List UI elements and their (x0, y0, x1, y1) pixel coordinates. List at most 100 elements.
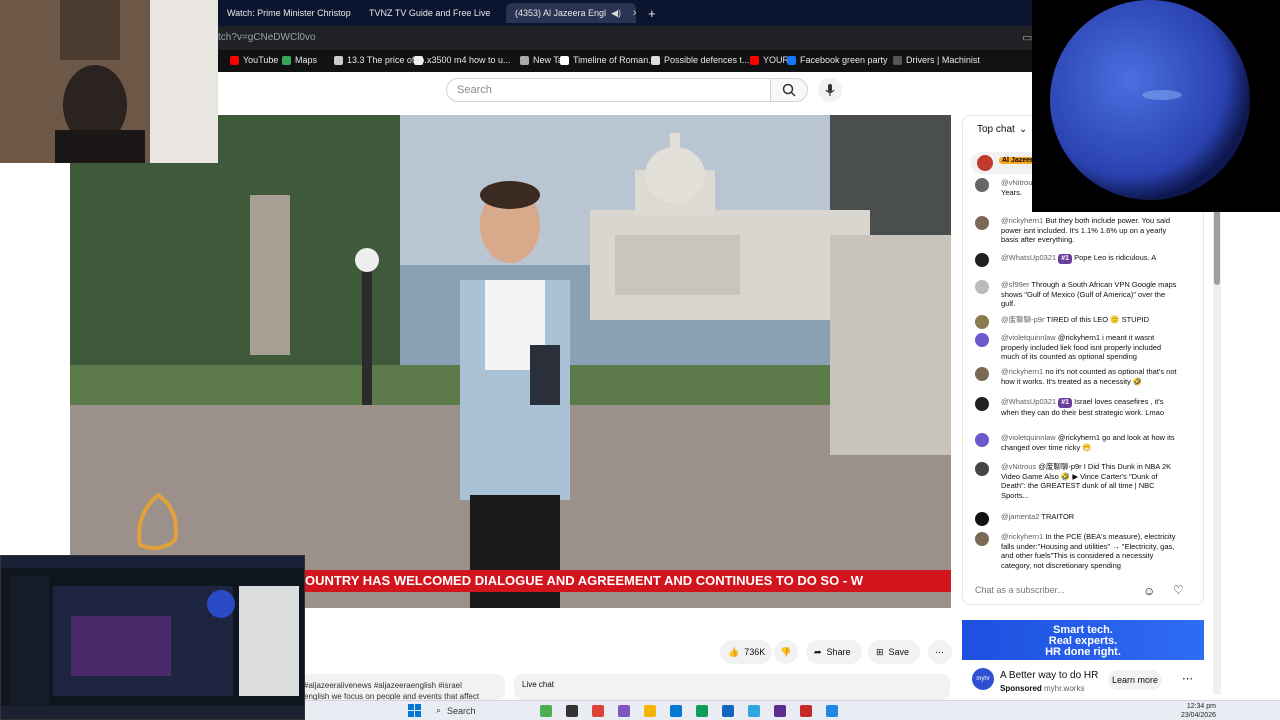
new-tab-label: + (648, 5, 656, 21)
ad-title: A Better way to do HR (1000, 670, 1099, 681)
user-avatar[interactable] (975, 462, 989, 476)
taskbar-app-icon[interactable] (618, 705, 630, 717)
clock-date: 23/04/2026 (1180, 712, 1216, 719)
user-avatar[interactable] (975, 367, 989, 381)
chat-author[interactable]: @vNitrou (1001, 178, 1032, 187)
chat-message-body: @WhatsUp0321 #1 Israel loves ceasefires … (1001, 397, 1181, 417)
user-avatar[interactable] (975, 397, 989, 411)
bookmark-item[interactable]: YouTube (230, 55, 278, 65)
chat-author[interactable]: @violetquinnlaw (1001, 433, 1056, 442)
chat-author[interactable]: @rickyhern1 (1001, 532, 1043, 541)
dislike-button[interactable]: 👎 (774, 640, 798, 664)
user-avatar[interactable] (975, 333, 989, 347)
close-tab-icon[interactable]: ✕ (632, 8, 636, 19)
voice-search-button[interactable] (818, 78, 842, 102)
chat-author[interactable]: @废聊聊-p9r (1001, 315, 1044, 324)
user-avatar[interactable] (975, 280, 989, 294)
speaker-icon[interactable]: ◀) (611, 8, 621, 19)
taskbar-chrome-icon[interactable] (592, 705, 604, 717)
tab-al-jazeera[interactable]: (4353) Al Jazeera Engl ◀) ✕ (506, 3, 636, 23)
chat-input[interactable]: Chat as a subscriber... (975, 582, 1145, 600)
chat-author[interactable]: @vNitrous (1001, 462, 1036, 471)
taskbar-app-icon[interactable] (774, 705, 786, 717)
taskbar-store-icon[interactable] (696, 705, 708, 717)
system-clock[interactable]: 12:34 pm 23/04/2026 (1166, 702, 1216, 720)
live-chat-replay-panel[interactable]: Live chat (514, 674, 950, 700)
chat-author[interactable]: @WhatsUp0321 (1001, 397, 1056, 406)
user-avatar[interactable] (975, 433, 989, 447)
video-description[interactable]: #aljazeeralivenews #aljazeeraenglish #is… (300, 674, 505, 700)
save-icon: ⊞ (876, 646, 884, 657)
bookmark-item[interactable]: Drivers | Machinist (893, 55, 980, 65)
search-button[interactable] (770, 78, 808, 102)
taskbar-outlook-icon[interactable] (722, 705, 734, 717)
ad-more-icon[interactable]: ⋯ (1182, 672, 1193, 685)
bookmark-item[interactable]: Facebook green party (787, 55, 888, 65)
user-avatar[interactable] (975, 532, 989, 546)
member-badge: #1 (1058, 254, 1073, 264)
chat-author[interactable]: @violetquinnlaw (1001, 333, 1056, 342)
search-input[interactable]: Search (446, 78, 771, 102)
chat-message-body: @rickyhern1 But they both include power.… (1001, 216, 1181, 245)
taskbar-task-view-icon[interactable] (566, 705, 578, 717)
chat-author[interactable]: @WhatsUp0321 (1001, 253, 1056, 262)
user-avatar[interactable] (975, 512, 989, 526)
chat-author[interactable]: @rickyhern1 (1001, 216, 1043, 225)
bookmark-item[interactable]: x3500 m4 how to u... (414, 55, 511, 65)
bookmark-favicon-icon (414, 55, 423, 65)
bookmark-label: Facebook green party (800, 55, 888, 65)
user-avatar[interactable] (975, 178, 989, 192)
taskbar-app-icon[interactable] (800, 705, 812, 717)
chat-author[interactable]: @jamenta2 (1001, 512, 1039, 521)
ad-card[interactable]: myhr A Better way to do HR Sponsored myh… (962, 662, 1204, 698)
taskbar-app-icon[interactable] (826, 705, 838, 717)
more-icon: ⋯ (935, 646, 944, 657)
ad-banner[interactable]: Smart tech. Real experts. HR done right. (962, 620, 1204, 660)
bookmark-label: Timeline of Roman... (573, 55, 656, 65)
video-frame (70, 115, 951, 608)
taskbar-search-label: Search (447, 705, 476, 716)
like-count: 736K (744, 647, 766, 657)
more-actions-button[interactable]: ⋯ (928, 640, 952, 664)
chat-author[interactable]: @rickyhern1 (1001, 367, 1043, 376)
chat-text: Pope Leo is ridiculous. A (1074, 253, 1157, 262)
tab-tvnz[interactable]: TVNZ TV Guide and Free Live ✕ (364, 3, 494, 23)
top-chat-dropdown[interactable]: Top chat ⌄ (977, 124, 1027, 135)
share-label: Share (826, 647, 851, 657)
bookmark-item[interactable]: Possible defences t... (651, 55, 750, 65)
like-button[interactable]: 👍 736K (720, 640, 772, 664)
url-text[interactable]: tch?v=gCNeDWCl0vo (218, 32, 316, 43)
bookmark-item[interactable]: Timeline of Roman... (560, 55, 656, 65)
bookmark-favicon-icon (787, 55, 796, 65)
webcam-image (0, 0, 218, 163)
video-player[interactable] (70, 115, 951, 608)
cast-icon[interactable]: ▭ (1022, 31, 1032, 44)
new-tab-button[interactable]: + (648, 3, 662, 23)
live-chat-label: Live chat (522, 680, 555, 689)
taskbar-search[interactable]: ⌕ Search (430, 703, 530, 718)
taskbar-edge-icon[interactable] (670, 705, 682, 717)
taskbar-widgets-icon[interactable] (540, 705, 552, 717)
bookmark-favicon-icon (334, 55, 343, 65)
user-avatar[interactable] (975, 253, 989, 267)
chat-author[interactable]: @sf99er (1001, 280, 1029, 289)
bookmark-item[interactable]: YOUR (750, 55, 789, 65)
user-avatar[interactable] (975, 315, 989, 329)
save-button[interactable]: ⊞ Save (868, 640, 920, 664)
windows-start-icon[interactable] (408, 704, 421, 717)
scrollbar-thumb[interactable] (1214, 205, 1220, 285)
emoji-icon[interactable]: ☺ (1143, 584, 1155, 598)
bookmark-item[interactable]: Maps (282, 55, 317, 65)
thumbs-up-icon: 👍 (728, 646, 740, 657)
heart-icon[interactable]: ♡ (1173, 583, 1184, 597)
webcam-overlay (0, 0, 218, 163)
taskbar-telegram-icon[interactable] (748, 705, 760, 717)
taskbar-file-explorer-icon[interactable] (644, 705, 656, 717)
share-button[interactable]: ➦ Share (806, 640, 862, 664)
tab-prime-minister[interactable]: Watch: Prime Minister Christop ✕ (222, 3, 352, 23)
user-avatar[interactable] (975, 216, 989, 230)
bookmark-favicon-icon (560, 55, 569, 65)
learn-more-button[interactable]: Learn more (1108, 670, 1162, 690)
news-ticker: OUNTRY HAS WELCOMED DIALOGUE AND AGREEME… (304, 570, 951, 592)
bookmark-favicon-icon (750, 55, 759, 65)
